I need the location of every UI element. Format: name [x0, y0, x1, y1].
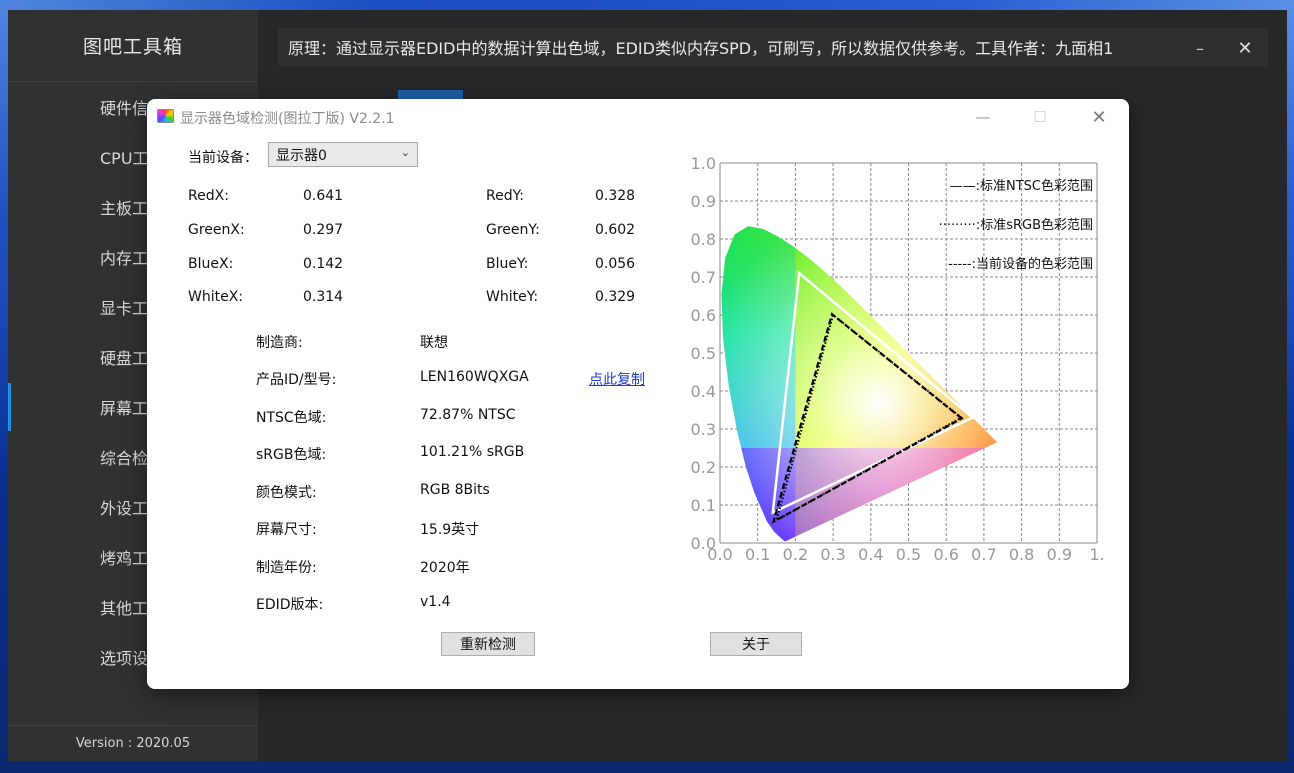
red-x-label: RedX:: [188, 188, 229, 204]
about-button[interactable]: 关于: [710, 632, 802, 656]
green-x-value: 0.297: [303, 222, 344, 238]
srgb-gamut-label: sRGB色域:: [256, 447, 327, 463]
edid-version-value: v1.4: [420, 594, 451, 610]
copy-product-id-link[interactable]: 点此复制: [589, 369, 645, 389]
app-color-icon: [157, 109, 174, 123]
app-title: 图吧工具箱: [8, 10, 258, 82]
color-gamut-dialog: 显示器色域检测(图拉丁版) V2.2.1 — ☐ ✕ 当前设备： 显示器0 ⌄ …: [147, 99, 1129, 689]
y-tick-label: 1.0: [691, 154, 716, 173]
dialog-title: 显示器色域检测(图拉丁版) V2.2.1: [180, 111, 395, 127]
recheck-button[interactable]: 重新检测: [441, 632, 535, 656]
x-tick-label: 0.8: [1009, 545, 1034, 564]
manufacture-year-label: 制造年份:: [256, 560, 317, 576]
white-y-value: 0.329: [595, 289, 636, 305]
manufacturer-label: 制造商:: [256, 335, 303, 351]
device-label: 当前设备：: [188, 150, 258, 166]
dialog-titlebar[interactable]: 显示器色域检测(图拉丁版) V2.2.1 — ☐ ✕: [147, 99, 1129, 135]
y-tick-label: 0.9: [691, 192, 716, 211]
screen-size-label: 屏幕尺寸:: [256, 522, 317, 538]
y-tick-label: 0.6: [691, 306, 716, 325]
x-tick-label: 0.2: [783, 545, 808, 564]
x-tick-label: 0.4: [858, 545, 883, 564]
host-close-button[interactable]: ✕: [1231, 34, 1259, 62]
info-banner: 原理：通过显示器EDID中的数据计算出色域，EDID类似内存SPD，可刷写，所以…: [278, 28, 1268, 66]
cie-chromaticity-chart: 0.0 0.1 0.2 0.3 0.4 0.5 0.6 0.7 0.8 0.9 1.0.00.10.…: [691, 154, 1105, 564]
x-tick-label: 0.3: [820, 545, 845, 564]
x-tick-label: 1.: [1089, 545, 1104, 564]
color-mode-value: RGB 8Bits: [420, 482, 490, 498]
green-x-label: GreenX:: [188, 222, 245, 238]
white-x-value: 0.314: [303, 289, 344, 305]
legend-item: ——:标准NTSC色彩范围: [950, 178, 1093, 194]
y-tick-label: 0.2: [691, 458, 716, 477]
ntsc-gamut-value: 72.87% NTSC: [420, 407, 516, 423]
dialog-close-button[interactable]: ✕: [1084, 105, 1114, 129]
y-tick-label: 0.8: [691, 230, 716, 249]
host-minimize-button[interactable]: –: [1186, 34, 1214, 62]
y-tick-label: 0.4: [691, 382, 716, 401]
product-id-label: 产品ID/型号:: [256, 372, 337, 388]
red-y-value: 0.328: [595, 188, 636, 204]
x-tick-label: 0.7: [971, 545, 996, 564]
edid-version-label: EDID版本:: [256, 597, 324, 613]
dialog-maximize-button[interactable]: ☐: [1025, 105, 1055, 129]
screen-size-value: 15.9英寸: [420, 522, 480, 538]
red-x-value: 0.641: [303, 188, 344, 204]
product-id-value: LEN160WQXGA: [420, 369, 529, 385]
x-tick-label: 0.6: [933, 545, 958, 564]
device-select-value: 显示器0: [276, 147, 327, 164]
x-tick-label: 0.1: [745, 545, 770, 564]
green-y-label: GreenY:: [486, 222, 540, 238]
x-tick-label: 0.9: [1047, 545, 1072, 564]
y-tick-label: 0.7: [691, 268, 716, 287]
dialog-minimize-button[interactable]: —: [968, 105, 998, 129]
device-select[interactable]: 显示器0 ⌄: [268, 142, 418, 167]
version-label: Version : 2020.05: [8, 725, 258, 761]
y-tick-label: 0.0: [691, 534, 716, 553]
srgb-gamut-value: 101.21% sRGB: [420, 444, 525, 460]
blue-x-label: BlueX:: [188, 256, 234, 272]
chart-legend: ——:标准NTSC色彩范围 ·········:标准sRGB色彩范围 -----:当…: [939, 178, 1093, 272]
x-tick-label: 0.5: [896, 545, 921, 564]
red-y-label: RedY:: [486, 188, 525, 204]
chevron-down-icon: ⌄: [400, 146, 410, 159]
manufacturer-value: 联想: [420, 335, 448, 351]
legend-item: -----:当前设备的色彩范围: [948, 256, 1093, 272]
legend-item: ·········:标准sRGB色彩范围: [939, 217, 1093, 233]
color-mode-label: 颜色模式:: [256, 485, 317, 501]
blue-y-value: 0.056: [595, 256, 636, 272]
y-tick-label: 0.3: [691, 420, 716, 439]
white-y-label: WhiteY:: [486, 289, 539, 305]
y-tick-label: 0.1: [691, 496, 716, 515]
ntsc-gamut-label: NTSC色域:: [256, 410, 327, 426]
sidebar-active-indicator: [8, 383, 11, 431]
white-x-label: WhiteX:: [188, 289, 244, 305]
blue-x-value: 0.142: [303, 256, 344, 272]
manufacture-year-value: 2020年: [420, 560, 470, 576]
green-y-value: 0.602: [595, 222, 636, 238]
y-tick-label: 0.5: [691, 344, 716, 363]
blue-y-label: BlueY:: [486, 256, 529, 272]
